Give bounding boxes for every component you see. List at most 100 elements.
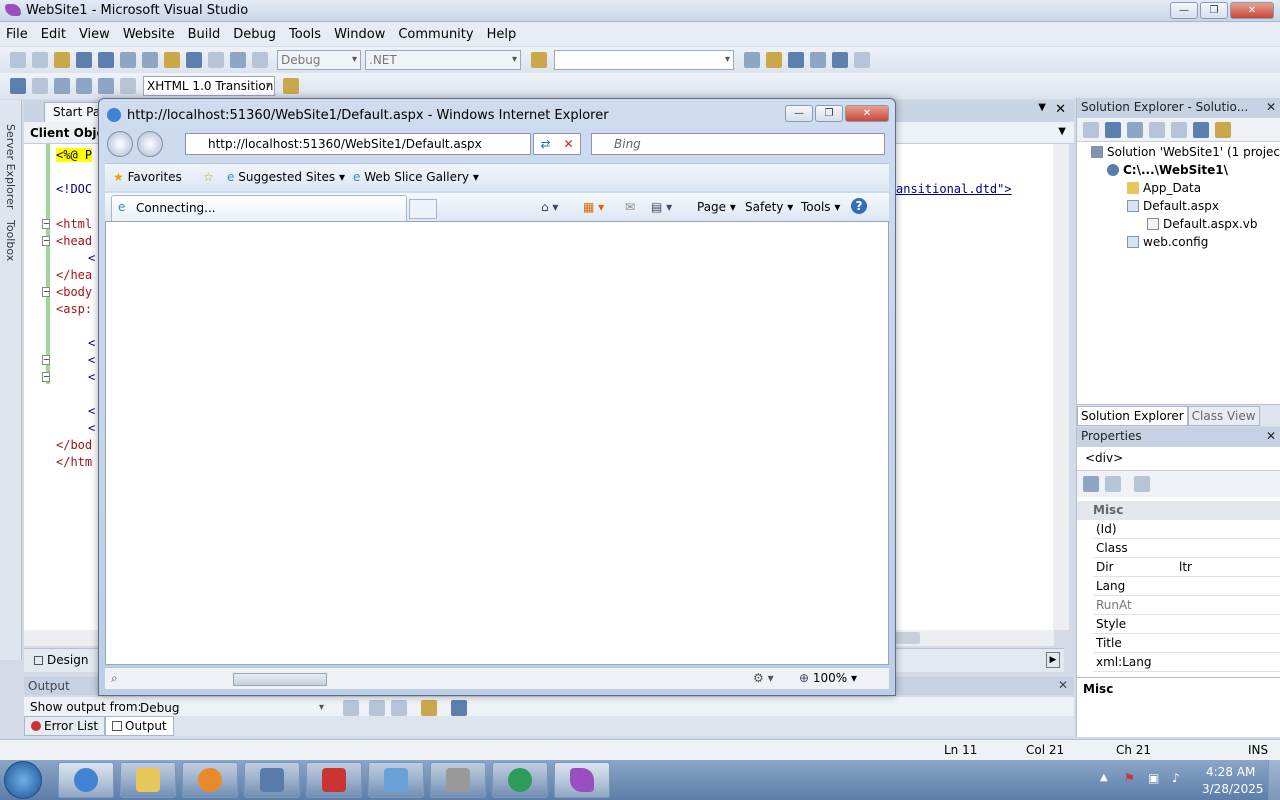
find-icon[interactable] bbox=[531, 52, 547, 68]
stop-icon[interactable]: ✕ bbox=[563, 137, 573, 151]
property-pages-icon[interactable] bbox=[1134, 476, 1150, 492]
start-button[interactable] bbox=[4, 761, 42, 799]
clock-time[interactable]: 4:28 AM bbox=[1206, 765, 1255, 779]
next-message-icon[interactable] bbox=[391, 700, 407, 716]
output-source-combo[interactable]: Debug bbox=[136, 698, 328, 718]
close-button[interactable]: ✕ bbox=[1230, 2, 1274, 19]
ie-page-content[interactable] bbox=[105, 221, 889, 665]
tree-item-app-data[interactable]: App_Data bbox=[1127, 181, 1201, 195]
taskbar-installer[interactable] bbox=[430, 762, 486, 798]
menu-help[interactable]: Help bbox=[487, 27, 517, 42]
active-files-icon[interactable]: ▼ bbox=[1038, 102, 1046, 113]
home-icon[interactable]: ⌂ ▾ bbox=[541, 200, 558, 214]
collapse-icon[interactable]: − bbox=[42, 236, 50, 246]
add-item-icon[interactable] bbox=[32, 52, 48, 68]
command-window-icon[interactable] bbox=[854, 52, 870, 68]
menu-window[interactable]: Window bbox=[334, 27, 385, 42]
format-selection-icon[interactable] bbox=[120, 78, 136, 94]
tab-output[interactable]: Output bbox=[105, 716, 174, 736]
configuration-combo[interactable]: Debug bbox=[277, 50, 361, 70]
copy-website-icon[interactable] bbox=[1193, 121, 1209, 138]
properties-icon[interactable] bbox=[766, 52, 782, 68]
protected-mode-icon[interactable]: ⚙ ▾ bbox=[753, 671, 774, 685]
copy-icon[interactable] bbox=[142, 52, 158, 68]
print-icon[interactable]: ▤ ▾ bbox=[651, 200, 672, 214]
editor-vertical-scrollbar[interactable] bbox=[1053, 144, 1069, 630]
new-tab-button[interactable] bbox=[409, 199, 437, 219]
close-document-icon[interactable]: ✕ bbox=[1055, 102, 1066, 117]
view-html-icon[interactable] bbox=[32, 78, 48, 94]
taskbar-remote-desktop[interactable] bbox=[244, 762, 300, 798]
schema-combo[interactable]: XHTML 1.0 Transition bbox=[143, 76, 275, 96]
platform-combo[interactable]: .NET bbox=[365, 50, 521, 70]
menu-website[interactable]: Website bbox=[123, 27, 175, 42]
alphabetical-icon[interactable] bbox=[1105, 476, 1121, 492]
solution-explorer-icon[interactable] bbox=[744, 52, 760, 68]
taskbar-globe-app[interactable] bbox=[492, 762, 548, 798]
tools-menu[interactable]: Tools ▾ bbox=[801, 200, 840, 214]
collapse-icon[interactable]: − bbox=[42, 372, 50, 382]
prev-message-icon[interactable] bbox=[369, 700, 385, 716]
save-icon[interactable] bbox=[76, 52, 92, 68]
taskbar-ie[interactable] bbox=[58, 762, 114, 798]
properties-icon[interactable] bbox=[1083, 121, 1099, 138]
cut-icon[interactable] bbox=[120, 52, 136, 68]
refresh-icon[interactable] bbox=[1105, 121, 1121, 138]
indent-icon[interactable] bbox=[54, 78, 70, 94]
object-browser-icon[interactable] bbox=[788, 52, 804, 68]
page-menu[interactable]: Page ▾ bbox=[697, 200, 736, 214]
tab-class-view[interactable]: Class View bbox=[1187, 405, 1260, 426]
tree-item-web-config[interactable]: web.config bbox=[1127, 235, 1208, 249]
volume-icon[interactable]: ♪ bbox=[1172, 771, 1180, 785]
tree-project[interactable]: C:\...\WebSite1\ bbox=[1107, 163, 1228, 177]
open-folder-icon[interactable] bbox=[54, 52, 70, 68]
safety-menu[interactable]: Safety ▾ bbox=[745, 200, 793, 214]
ie-window[interactable]: http://localhost:51360/WebSite1/Default.… bbox=[98, 98, 896, 696]
new-project-icon[interactable] bbox=[10, 52, 26, 68]
members-combo-arrow-icon[interactable]: ▼ bbox=[1058, 126, 1066, 137]
ie-tab-connecting[interactable]: e Connecting... bbox=[111, 195, 407, 221]
clear-all-icon[interactable] bbox=[421, 700, 437, 716]
properties-close-icon[interactable]: ✕ bbox=[1266, 429, 1276, 443]
output-close-icon[interactable]: ✕ bbox=[1058, 678, 1068, 692]
zoom-control[interactable]: ⊕ 100% ▾ bbox=[799, 671, 857, 685]
refresh-icon[interactable]: ⇄ bbox=[540, 137, 550, 151]
view-designer-icon[interactable] bbox=[1171, 121, 1187, 138]
undo-icon[interactable] bbox=[186, 52, 202, 68]
property-row[interactable]: Title bbox=[1093, 634, 1280, 653]
outdent-icon[interactable] bbox=[76, 78, 92, 94]
property-row[interactable]: Style bbox=[1093, 615, 1280, 634]
properties-object-combo[interactable]: <div> bbox=[1077, 447, 1280, 471]
taskbar-network[interactable] bbox=[368, 762, 424, 798]
show-desktop-button[interactable] bbox=[1268, 760, 1280, 800]
view-code-icon[interactable] bbox=[1149, 121, 1165, 138]
taskbar-media-player[interactable] bbox=[182, 762, 238, 798]
solution-explorer-close-icon[interactable]: ✕ bbox=[1266, 100, 1276, 114]
menu-view[interactable]: View bbox=[79, 27, 110, 42]
server-explorer-tab[interactable]: Server Explorer bbox=[4, 124, 17, 209]
minimize-button[interactable]: — bbox=[1170, 2, 1198, 19]
redo-icon[interactable] bbox=[208, 52, 224, 68]
taskbar-explorer[interactable] bbox=[120, 762, 176, 798]
network-tray-icon[interactable]: ▣ bbox=[1148, 771, 1159, 785]
collapse-icon[interactable]: − bbox=[42, 355, 50, 365]
validate-icon[interactable] bbox=[283, 78, 299, 94]
action-center-icon[interactable]: ⚑ bbox=[1124, 771, 1135, 785]
scroll-right-icon[interactable]: ▶ bbox=[1046, 652, 1060, 668]
tree-item-default-vb[interactable]: Default.aspx.vb bbox=[1147, 217, 1258, 231]
property-row[interactable]: Class bbox=[1093, 539, 1280, 558]
property-row[interactable]: xml:Lang bbox=[1093, 653, 1280, 672]
collapse-icon[interactable]: − bbox=[42, 287, 50, 297]
toolbox-tab[interactable]: Toolbox bbox=[4, 220, 17, 261]
paste-icon[interactable] bbox=[164, 52, 180, 68]
menu-file[interactable]: File bbox=[6, 27, 28, 42]
ie-minimize-button[interactable]: — bbox=[785, 105, 813, 122]
save-all-icon[interactable] bbox=[98, 52, 114, 68]
menu-tools[interactable]: Tools bbox=[289, 27, 321, 42]
show-hidden-icons[interactable]: ▲ bbox=[1100, 772, 1108, 783]
taskbar-toolbox-app[interactable] bbox=[306, 762, 362, 798]
design-tab[interactable]: Design bbox=[34, 653, 88, 667]
format-icon[interactable] bbox=[98, 78, 114, 94]
find-message-icon[interactable] bbox=[343, 700, 359, 716]
ie-search-input[interactable]: Bing bbox=[591, 133, 885, 155]
